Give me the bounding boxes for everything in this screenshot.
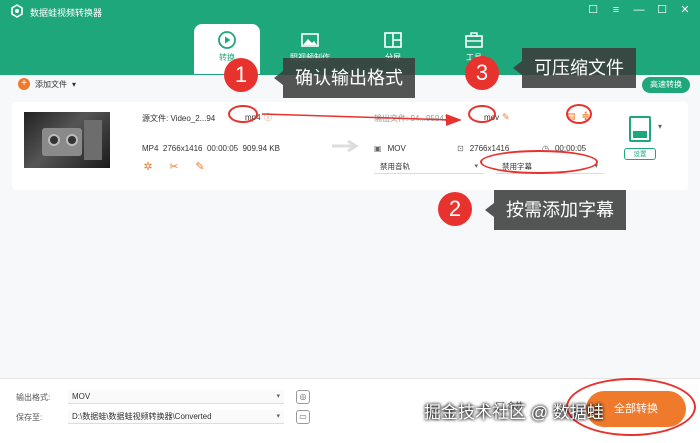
convert-icon	[218, 31, 236, 49]
add-file-label: 添加文件	[35, 79, 67, 89]
settings-button[interactable]: 设置	[624, 148, 656, 160]
annotation-arrow	[262, 113, 462, 126]
source-file-label: 源文件: Video_2...94	[142, 113, 215, 124]
maximize-icon[interactable]: ☐	[655, 3, 669, 17]
source-info: MP4 2766x1416 00:00:05 909.94 KB	[142, 144, 280, 153]
source-size: 909.94 KB	[242, 144, 280, 153]
minimize-icon[interactable]: —	[632, 3, 646, 17]
save-path-value: D:\数据蛙\数据蛙视频转换器\Converted	[72, 412, 212, 421]
app-title: 数据蛙视频转换器	[30, 8, 103, 18]
chevron-down-icon: ▾	[474, 163, 478, 170]
audio-track-select[interactable]: 禁用音轨 ▾	[374, 159, 484, 174]
close-icon[interactable]: ✕	[678, 3, 692, 17]
source-duration: 00:00:05	[206, 144, 239, 153]
video-thumbnail[interactable]	[24, 112, 110, 168]
output-format-select[interactable]: MOV ▾	[68, 390, 284, 404]
output-format-label: 输出格式:	[16, 393, 51, 402]
cut-icon[interactable]: ✂	[168, 161, 180, 173]
annotation-number-1: 1	[224, 58, 258, 92]
watermark-text: 掘金技术社区 @ 数据蛙	[424, 403, 604, 422]
save-path-select[interactable]: D:\数据蛙\数据蛙视频转换器\Converted ▾	[68, 410, 284, 424]
resolution-icon: ⊡	[457, 144, 464, 153]
plus-icon: +	[18, 78, 30, 90]
output-format-value: MOV	[72, 392, 91, 401]
toolbox-icon	[465, 32, 483, 48]
source-file-name: Video_2...94	[170, 114, 216, 123]
edit-icon[interactable]: ✎	[194, 161, 206, 173]
output-format-text: MOV	[387, 144, 406, 153]
annotation-number-3: 3	[465, 56, 499, 90]
app-logo-icon	[11, 4, 23, 18]
video-icon: ▣	[374, 144, 382, 153]
high-speed-button[interactable]: 高速转换	[642, 77, 690, 93]
annotation-label-3: 可压缩文件	[513, 48, 636, 88]
annotation-label-2: 按需添加字幕	[485, 190, 626, 230]
annotation-oval-compress	[566, 104, 592, 124]
add-file-button[interactable]: + 添加文件 ▾	[18, 78, 76, 90]
source-resolution: 2766x1416	[162, 144, 203, 153]
chevron-down-icon: ▾	[276, 393, 280, 400]
save-to-label: 保存至:	[16, 413, 43, 422]
edit-tools: ✲ ✂ ✎	[142, 161, 206, 173]
chevron-down-icon: ▾	[276, 413, 280, 420]
convert-arrow-icon	[332, 140, 359, 152]
annotation-number-2: 2	[438, 192, 472, 226]
output-format: ▣ MOV	[374, 144, 406, 153]
window-controls: ☐ ≡ — ☐ ✕	[586, 3, 692, 17]
chevron-down-icon[interactable]: ▾	[72, 80, 76, 89]
folder-icon[interactable]: ▭	[296, 410, 310, 424]
rename-icon[interactable]: ✎	[502, 112, 510, 123]
format-settings: 设置	[624, 116, 656, 176]
annotation-label-1: 确认输出格式	[274, 58, 415, 98]
source-label-text: 源文件:	[142, 114, 169, 123]
feedback-icon[interactable]: ☐	[586, 3, 600, 17]
audio-track-value: 禁用音轨	[380, 162, 410, 171]
source-format: MP4	[142, 144, 159, 153]
annotation-oval-output-ext	[468, 105, 496, 123]
format-file-icon[interactable]	[629, 116, 651, 142]
image-icon	[301, 33, 319, 47]
annotation-oval-source-ext	[228, 105, 258, 123]
format-settings-icon[interactable]: ◎	[296, 390, 310, 404]
split-screen-icon	[384, 32, 402, 48]
chevron-down-icon[interactable]: ▾	[658, 122, 662, 131]
annotation-oval-subtitle	[480, 150, 598, 174]
enhance-icon[interactable]: ✲	[142, 161, 154, 173]
menu-icon[interactable]: ≡	[609, 3, 623, 17]
